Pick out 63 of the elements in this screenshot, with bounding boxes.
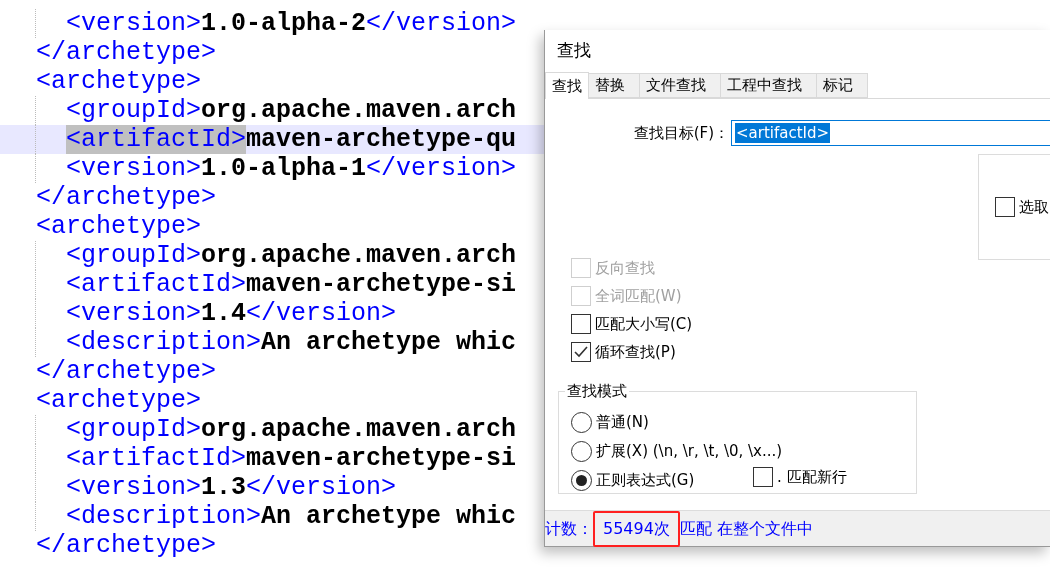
xml-tag: <archetype> [36,67,202,96]
xml-text: org.apache.maven.arch [201,96,517,125]
dialog-tab[interactable]: 工程中查找 [721,73,817,98]
xml-text: An archetype whic [261,328,517,357]
xml-text: 1.0-alpha-2 [201,9,367,38]
checkbox[interactable] [571,314,591,334]
option-label: 全词匹配(W) [595,285,682,307]
xml-tag: <archetype> [36,386,202,415]
option-label: 匹配大小写(C) [595,313,693,335]
xml-tag: <groupId> [66,96,202,125]
xml-tag: </archetype> [36,183,217,212]
xml-text: org.apache.maven.arch [201,415,517,444]
dialog-tab[interactable]: 查找 [545,72,589,99]
dialog-tab[interactable]: 标记 [817,73,868,98]
option-label: 循环查找(P) [595,341,676,363]
xml-tag: <version> [66,299,202,328]
xml-tag: <version> [66,9,202,38]
field-label: 查找目标(F)： [632,122,730,144]
radio-button[interactable] [571,412,592,433]
dialog-tab[interactable]: 文件查找 [640,73,721,98]
xml-tag: </archetype> [36,357,217,386]
dialog-tab[interactable]: 替换 [589,73,640,98]
xml-tag: <version> [66,154,202,183]
xml-text: maven-archetype-qu [246,125,517,154]
xml-tag: <description> [66,328,262,357]
option-label: . 匹配新行 [777,467,847,488]
xml-text: 1.3 [201,473,247,502]
group-title: 查找模式 [565,381,629,401]
xml-tag: </version> [366,9,517,38]
xml-text: maven-archetype-si [246,270,517,299]
xml-tag: </archetype> [36,38,217,67]
radio-label: 正则表达式(G) [596,470,695,492]
xml-tag: <archetype> [36,212,202,241]
xml-tag: <artifactId> [66,270,247,299]
xml-tag: <artifactId> [66,125,247,154]
xml-text: maven-archetype-si [246,444,517,473]
xml-tag: <version> [66,473,202,502]
option-label: 反向查找 [595,257,655,279]
xml-tag: <artifactId> [66,444,247,473]
xml-tag: <groupId> [66,415,202,444]
xml-text: 1.4 [201,299,247,328]
count-label: 计数： [545,517,593,540]
checkbox[interactable] [571,342,591,362]
xml-tag: <groupId> [66,241,202,270]
xml-text: An archetype whic [261,502,517,531]
match-count: 55494次 [593,510,680,547]
dialog-title: 查找 [556,39,592,62]
option-label: 选取 [1019,196,1049,218]
match-scope: 匹配 在整个文件中 [679,517,813,540]
xml-text: 1.0-alpha-1 [201,154,367,183]
find-input[interactable]: <artifactId> [731,120,1050,146]
xml-tag: </version> [366,154,517,183]
checkbox[interactable] [995,197,1015,217]
radio-button[interactable] [571,441,592,462]
radio-label: 普通(N) [596,412,649,434]
xml-tag: </archetype> [36,531,217,560]
radio-button[interactable] [571,470,592,491]
checkbox[interactable] [753,467,773,488]
xml-tag: <description> [66,502,262,531]
xml-tag: </version> [246,299,397,328]
radio-label: 扩展(X) (\n, \r, \t, \0, \x...) [596,441,783,463]
xml-tag: </version> [246,473,397,502]
xml-text: org.apache.maven.arch [201,241,517,270]
